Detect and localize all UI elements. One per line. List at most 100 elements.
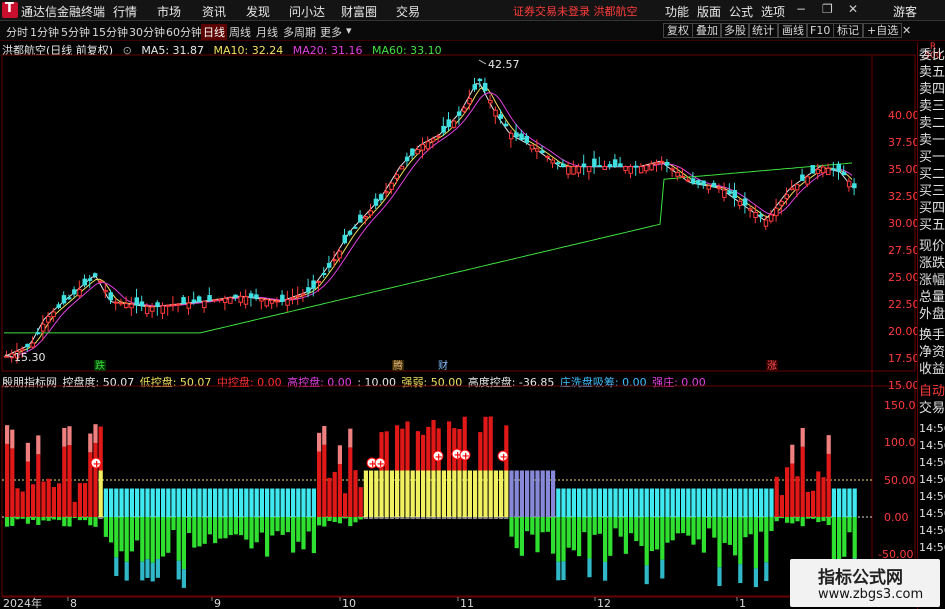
candle-body: [259, 298, 264, 302]
candle-body: [550, 159, 555, 164]
svg-text:+: +: [93, 459, 101, 470]
quote-row[interactable]: 买四: [919, 201, 945, 217]
quote-row[interactable]: 买二: [919, 167, 945, 183]
quote-row[interactable]: 卖一: [919, 133, 945, 149]
candle-body: [30, 342, 35, 348]
indicator-bar: [753, 568, 758, 588]
indicator-bar: [124, 517, 129, 562]
candle-body: [269, 299, 275, 304]
candle-body: [394, 174, 399, 179]
indicator-bar: [93, 517, 98, 527]
quote-row[interactable]: 买三: [919, 184, 945, 200]
x-tick: 1: [739, 597, 746, 609]
quote-row[interactable]: 买五: [919, 218, 945, 234]
quote-row[interactable]: 卖三: [919, 99, 945, 115]
indicator-bar: [499, 517, 504, 519]
event-marker[interactable]: 财: [438, 359, 448, 372]
ind-tick: 50.00: [884, 474, 916, 487]
candle-body: [846, 180, 852, 188]
indicator-bar: [124, 561, 129, 581]
candle-body: [72, 289, 77, 295]
candle-body: [774, 207, 779, 217]
quote-row[interactable]: 总量: [919, 290, 945, 306]
quote-row[interactable]: 涨幅: [919, 273, 945, 289]
candle-body: [56, 304, 61, 308]
candle-body: [108, 292, 113, 301]
indicator-bar: [618, 517, 623, 537]
quote-row[interactable]: 涨跌: [919, 256, 945, 272]
candle-body: [404, 156, 410, 162]
indicator-bar: [608, 488, 613, 517]
indicator-bar: [197, 488, 202, 517]
indicator-bar: [447, 421, 452, 471]
quote-row[interactable]: 净资: [919, 345, 945, 361]
svg-text:+: +: [435, 452, 443, 463]
quote-row[interactable]: 现价: [919, 239, 945, 255]
indicator-bar: [577, 488, 582, 517]
quote-row[interactable]: 收益: [919, 362, 945, 378]
candle-body: [285, 299, 290, 306]
candle-body: [233, 294, 238, 298]
indicator-bar: [259, 488, 264, 517]
candle-body: [129, 303, 134, 309]
indicator-bar: [483, 470, 488, 517]
indicator-bar: [25, 517, 30, 524]
indicator-bar: [327, 517, 332, 522]
quote-row[interactable]: 买一: [919, 150, 945, 166]
indicator-bar: [114, 488, 119, 517]
candle-body: [61, 295, 67, 304]
candle-body: [732, 190, 737, 199]
candle-body: [35, 332, 41, 335]
indicator-bar: [228, 488, 233, 517]
indicator-bar: [415, 517, 420, 519]
quote-row[interactable]: 换手: [919, 328, 945, 344]
indicator-bar: [504, 470, 509, 517]
indicator-bar: [436, 517, 441, 519]
indicator-bar: [176, 488, 181, 517]
candle-body: [358, 214, 363, 223]
indicator-bar: [785, 517, 790, 523]
high-annotation: 42.57: [488, 58, 520, 71]
plus-circle-icon: +: [497, 450, 509, 463]
indicator-bar: [462, 416, 467, 471]
candle-body: [228, 297, 233, 304]
indicator-bar: [785, 467, 790, 517]
candle-body: [181, 297, 186, 305]
quote-row[interactable]: 卖五: [919, 65, 945, 81]
candle-body: [670, 168, 675, 171]
event-marker[interactable]: 腾: [393, 359, 403, 372]
candle-body: [638, 166, 644, 174]
indicator-bar: [722, 488, 727, 517]
candle-body: [654, 162, 659, 165]
quote-row[interactable]: 委比: [919, 48, 945, 64]
indicator-bar: [426, 517, 431, 519]
candle-body: [415, 149, 420, 155]
indicator-bar: [457, 517, 462, 519]
indicator-bar: [150, 562, 155, 582]
indicator-bar: [540, 470, 545, 517]
candle-body: [150, 306, 155, 312]
quote-row[interactable]: 外盘: [919, 307, 945, 323]
indicator-bar: [478, 432, 483, 471]
indicator-bar: [691, 488, 696, 517]
indicator-bar: [218, 488, 223, 517]
event-marker[interactable]: 跌: [95, 359, 105, 372]
indicator-bar: [603, 488, 608, 517]
event-marker[interactable]: 涨: [767, 360, 777, 372]
candle-body: [191, 299, 197, 303]
auto-label[interactable]: 自动: [919, 384, 945, 400]
quote-row[interactable]: 卖二: [919, 116, 945, 132]
indicator-bar: [124, 488, 129, 517]
chart-area[interactable]: 40.00 37.50 35.00 32.50 30.00 27.50 25.0…: [0, 0, 917, 609]
indicator-bar: [140, 488, 145, 517]
candle-body: [779, 200, 784, 206]
indicator-bar: [712, 517, 717, 538]
indicator-bar: [587, 558, 592, 578]
indicator-bar: [62, 517, 67, 527]
indicator-bar: [561, 517, 566, 562]
indicator-bar: [275, 488, 280, 517]
trade-label[interactable]: 交易: [919, 401, 945, 417]
indicator-bar: [332, 517, 337, 523]
indicator-bar: [462, 470, 467, 517]
quote-row[interactable]: 卖四: [919, 82, 945, 98]
